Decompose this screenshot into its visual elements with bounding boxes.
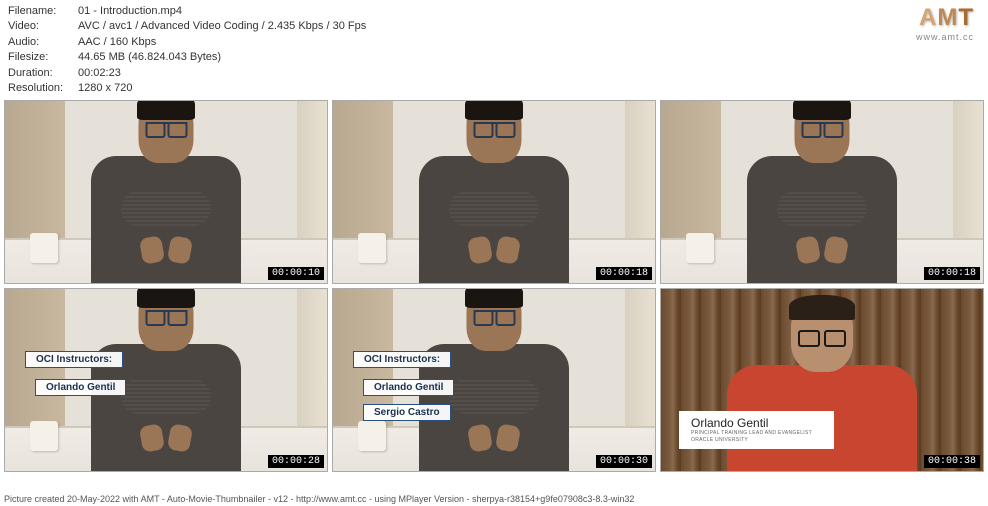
card-name: Orlando Gentil bbox=[691, 416, 822, 430]
timestamp: 00:00:18 bbox=[596, 267, 652, 280]
metadata-row-resolution: Resolution: 1280 x 720 bbox=[8, 81, 366, 96]
overlay-instructor-name: Sergio Castro bbox=[363, 404, 451, 421]
overlay-instructor-name: Orlando Gentil bbox=[363, 379, 454, 396]
header: Filename: 01 - Introduction.mp4 Video: A… bbox=[0, 0, 988, 100]
person-figure bbox=[76, 100, 256, 278]
video-value: AVC / avc1 / Advanced Video Coding / 2.4… bbox=[78, 19, 366, 34]
audio-label: Audio: bbox=[8, 35, 78, 50]
duration-value: 00:02:23 bbox=[78, 66, 121, 81]
metadata-block: Filename: 01 - Introduction.mp4 Video: A… bbox=[8, 4, 366, 96]
thumbnail-6: Orlando Gentil PRINCIPAL TRAINING LEAD A… bbox=[660, 288, 984, 472]
thumbnail-3: 00:00:18 bbox=[660, 100, 984, 284]
person-figure bbox=[76, 288, 256, 466]
logo-letter-t: T bbox=[958, 4, 974, 32]
filename-value: 01 - Introduction.mp4 bbox=[78, 4, 182, 19]
thumbnail-4: OCI Instructors: Orlando Gentil 00:00:28 bbox=[4, 288, 328, 472]
logo-letter-m: M bbox=[937, 4, 958, 32]
timestamp: 00:00:10 bbox=[268, 267, 324, 280]
metadata-row-filesize: Filesize: 44.65 MB (46.824.043 Bytes) bbox=[8, 50, 366, 65]
metadata-row-audio: Audio: AAC / 160 Kbps bbox=[8, 35, 366, 50]
mug-icon bbox=[358, 421, 386, 451]
card-title-line2: ORACLE UNIVERSITY bbox=[691, 437, 822, 444]
thumbnail-5: OCI Instructors: Orlando Gentil Sergio C… bbox=[332, 288, 656, 472]
mug-icon bbox=[30, 421, 58, 451]
person-figure bbox=[404, 100, 584, 278]
thumbnail-grid: 00:00:10 00:00:18 00:00:18 bbox=[0, 100, 988, 472]
thumbnail-2: 00:00:18 bbox=[332, 100, 656, 284]
mug-icon bbox=[686, 233, 714, 263]
timestamp: 00:00:38 bbox=[924, 455, 980, 468]
resolution-label: Resolution: bbox=[8, 81, 78, 96]
thumbnail-1: 00:00:10 bbox=[4, 100, 328, 284]
logo: AMT www.amt.cc bbox=[916, 4, 980, 42]
footer: Picture created 20-May-2022 with AMT - A… bbox=[0, 492, 988, 506]
name-card: Orlando Gentil PRINCIPAL TRAINING LEAD A… bbox=[679, 411, 834, 449]
logo-url: www.amt.cc bbox=[916, 32, 974, 42]
person-figure bbox=[732, 100, 912, 278]
overlay-instructors-title: OCI Instructors: bbox=[25, 351, 123, 368]
timestamp: 00:00:28 bbox=[268, 455, 324, 468]
filesize-value: 44.65 MB (46.824.043 Bytes) bbox=[78, 50, 221, 65]
logo-text: AMT bbox=[916, 4, 974, 32]
metadata-row-video: Video: AVC / avc1 / Advanced Video Codin… bbox=[8, 19, 366, 34]
person-figure bbox=[404, 288, 584, 466]
resolution-value: 1280 x 720 bbox=[78, 81, 132, 96]
mug-icon bbox=[358, 233, 386, 263]
metadata-row-filename: Filename: 01 - Introduction.mp4 bbox=[8, 4, 366, 19]
audio-value: AAC / 160 Kbps bbox=[78, 35, 156, 50]
timestamp: 00:00:18 bbox=[924, 267, 980, 280]
overlay-instructors-title: OCI Instructors: bbox=[353, 351, 451, 368]
card-title-line1: PRINCIPAL TRAINING LEAD AND EVANGELIST bbox=[691, 430, 822, 437]
video-label: Video: bbox=[8, 19, 78, 34]
metadata-row-duration: Duration: 00:02:23 bbox=[8, 66, 366, 81]
mug-icon bbox=[30, 233, 58, 263]
duration-label: Duration: bbox=[8, 66, 78, 81]
filesize-label: Filesize: bbox=[8, 50, 78, 65]
overlay-instructor-name: Orlando Gentil bbox=[35, 379, 126, 396]
filename-label: Filename: bbox=[8, 4, 78, 19]
timestamp: 00:00:30 bbox=[596, 455, 652, 468]
logo-letter-a: A bbox=[919, 4, 937, 32]
